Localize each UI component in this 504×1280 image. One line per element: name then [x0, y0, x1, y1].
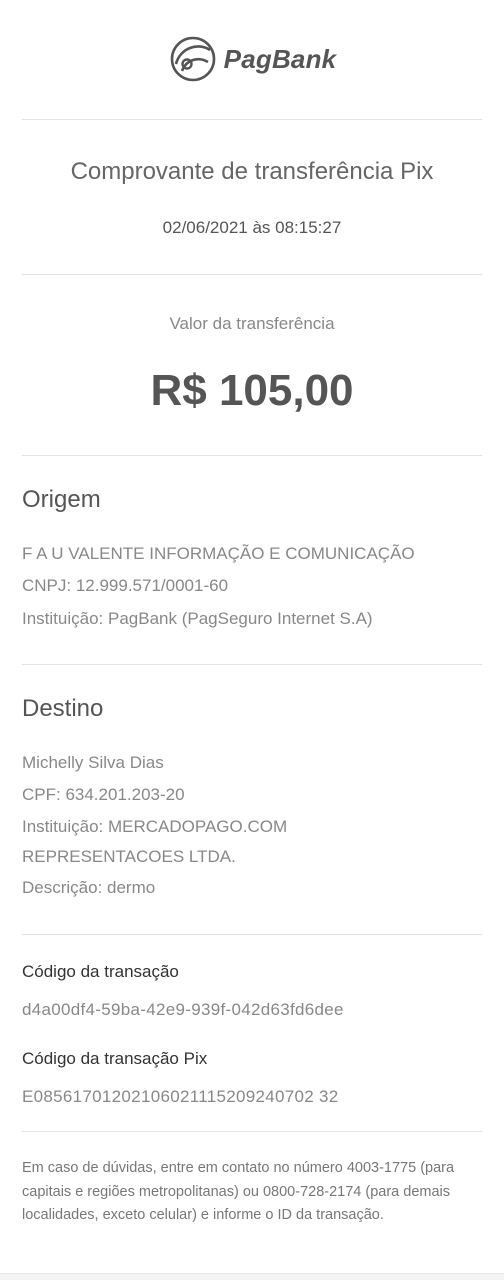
origin-title: Origem	[22, 486, 101, 513]
destination-institution-cont: REPRESENTACOES LTDA.	[22, 847, 236, 866]
destination-document: CPF: 634.201.203-20	[22, 785, 185, 804]
brand-logo: PagBank	[0, 34, 504, 84]
divider	[22, 934, 482, 935]
divider	[22, 274, 482, 275]
destination-title: Destino	[22, 695, 104, 722]
transfer-value: R$ 105,00	[150, 366, 354, 415]
pix-transaction-code-label: Código da transação Pix	[22, 1049, 208, 1068]
divider	[22, 455, 482, 456]
brand-name: PagBank	[223, 43, 337, 74]
transaction-code-label: Código da transação	[22, 962, 179, 981]
support-footer-note: Em caso de dúvidas, entre em contato no …	[22, 1160, 455, 1223]
bottom-edge	[0, 1273, 504, 1280]
divider	[22, 1131, 482, 1132]
divider	[22, 664, 482, 665]
transfer-value-label: Valor da transferência	[169, 314, 335, 333]
pagbank-logo-icon	[170, 36, 215, 82]
receipt-title: Comprovante de transferência Pix	[70, 158, 434, 185]
origin-institution: Instituição: PagBank (PagSeguro Internet…	[22, 609, 373, 628]
destination-institution: Instituição: MERCADOPAGO.COM	[22, 817, 288, 836]
divider	[22, 119, 482, 120]
pix-transaction-code: E08561701202106021115209240702 32	[22, 1087, 339, 1106]
destination-description: Descrição: dermo	[22, 878, 156, 897]
origin-document: CNPJ: 12.999.571/0001-60	[22, 576, 229, 595]
receipt-datetime: 02/06/2021 às 08:15:27	[162, 218, 342, 237]
origin-name: F A U VALENTE INFORMAÇÃO E COMUNICAÇÃO	[22, 544, 415, 563]
destination-name: Michelly Silva Dias	[22, 753, 164, 772]
transaction-code: d4a00df4-59ba-42e9-939f-042d63fd6dee	[22, 1000, 344, 1019]
